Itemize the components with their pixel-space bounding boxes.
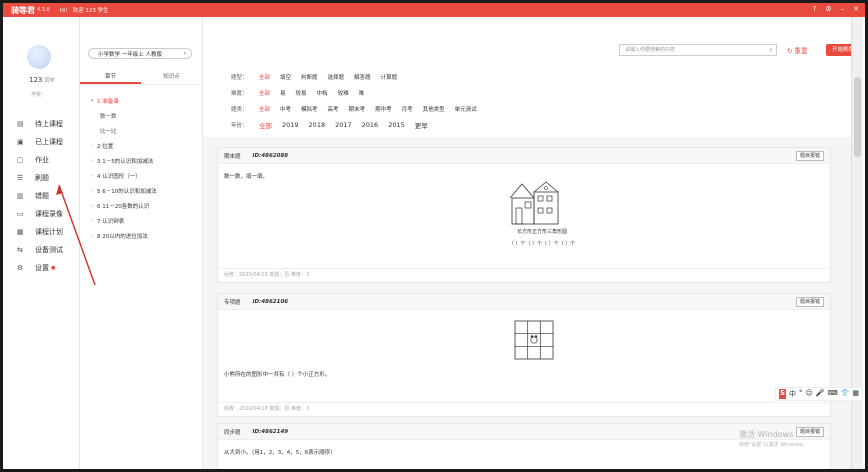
question-type: 同步题 — [224, 429, 241, 436]
filter-option[interactable]: 全部 — [259, 73, 270, 81]
filter-option[interactable]: 判断题 — [301, 73, 318, 81]
top-toolbar: 请输入你要搜索的内容 ⌕ ↻ 重置 开始刷题 — [203, 17, 853, 65]
filter-option[interactable]: 模拟考 — [301, 105, 318, 113]
app-window: 骑等君 4.3.6 Hi！ 欢迎 123 学生 ? ⚙ – ✕ 123 同学 学… — [3, 3, 865, 469]
filter-option[interactable]: 2019 — [282, 121, 299, 129]
ime-skin-icon[interactable]: 👕 — [841, 389, 850, 399]
annotation-arrow — [56, 184, 96, 286]
filter-option[interactable]: 解答题 — [354, 73, 371, 81]
filter-option[interactable]: 全部 — [259, 105, 270, 113]
reset-button[interactable]: ↻ 重置 — [787, 45, 808, 55]
filter-row-difficulty: 难度： 全部 易 较易 中档 较难 难 — [231, 89, 365, 97]
filter-option[interactable]: 月考 — [402, 105, 413, 113]
settings-icon[interactable]: ⚙ — [825, 5, 831, 13]
search-input[interactable]: 请输入你要搜索的内容 ⌕ — [619, 44, 777, 56]
filter-option[interactable]: 期末考 — [349, 105, 366, 113]
start-practice-button[interactable]: 开始刷题 — [826, 44, 853, 56]
filter-option[interactable]: 2017 — [335, 121, 352, 129]
filter-option[interactable]: 高考 — [328, 105, 339, 113]
filter-option[interactable]: 全部 — [259, 89, 270, 97]
sogou-logo-icon: S — [779, 389, 787, 399]
ime-keyboard-icon[interactable]: ⌨ — [828, 389, 838, 399]
report-error-button[interactable]: 题目报错 — [795, 151, 824, 161]
filter-option[interactable]: 易 — [280, 89, 286, 97]
question-card: 期末题 ID:4862088 题目报错 数一数，填一填。 长方形正方形三角形圆 … — [217, 147, 831, 283]
scrollbar-thumb[interactable] — [854, 77, 861, 157]
question-text: 数一数，填一填。 — [224, 174, 269, 180]
question-header: 专项题 ID:4862106 题目报错 — [218, 294, 830, 310]
main-content: 请输入你要搜索的内容 ⌕ ↻ 重置 开始刷题 题型： 全部 填空 判断题 选择题… — [203, 17, 853, 469]
title-bar: 骑等君 4.3.6 Hi！ 欢迎 123 学生 ? ⚙ – ✕ — [3, 3, 865, 17]
question-card: 专项题 ID:4862106 题目报错 小熊所在的图形中一共有（ ）个小正方形。… — [217, 293, 831, 417]
help-icon[interactable]: ? — [813, 5, 817, 13]
grid-figure — [514, 320, 554, 360]
filter-option[interactable]: 2015 — [388, 121, 405, 129]
minimize-icon[interactable]: – — [841, 5, 845, 13]
scrollbar[interactable] — [851, 17, 863, 469]
tab-knowledge-points[interactable]: 知识点 — [141, 72, 202, 84]
question-footer: 组卷：2020/04/18 真题：否 难度：3 — [218, 402, 830, 416]
filter-option[interactable]: 较难 — [338, 89, 349, 97]
windows-activation-watermark: 激活 Windows 转到"设置"以激活 Windows。 — [739, 430, 808, 448]
filter-option[interactable]: 较易 — [296, 89, 307, 97]
ime-punct-icon[interactable]: ° — [799, 389, 803, 399]
filter-option[interactable]: 难 — [359, 89, 365, 97]
ime-toolbar[interactable]: S 中 ° ☺ 🎤 ⌨ 👕 ▦ — [775, 387, 864, 401]
answer-blanks: （ ）个（ ）个（ ）个（ ）个 — [508, 241, 576, 247]
filter-option[interactable]: 全部 — [259, 120, 272, 130]
filter-option[interactable]: 选择题 — [328, 73, 345, 81]
ime-toolbox-icon[interactable]: ▦ — [852, 389, 859, 399]
filter-option[interactable]: 其他类型 — [423, 105, 445, 113]
question-id: ID:4862149 — [252, 428, 289, 435]
ime-emoji-icon[interactable]: ☺ — [806, 389, 813, 399]
filter-option[interactable]: 2018 — [309, 121, 326, 129]
question-text: 从大到小。（用1，2，3，4，5，6表示顺序） — [224, 450, 336, 456]
question-footer: 组卷：2020/04/18 真题：否 难度：3 — [218, 268, 830, 282]
chevron-right-icon: › — [183, 50, 186, 57]
filter-row-type: 题型： 全部 填空 判断题 选择题 解答题 计算题 — [231, 73, 398, 81]
filter-option[interactable]: 单元测试 — [455, 105, 477, 113]
question-header: 期末题 ID:4862088 题目报错 — [218, 148, 830, 164]
filter-row-category: 题类： 全部 中考 模拟考 高考 期末考 期中考 月考 其他类型 单元测试 — [231, 105, 477, 113]
close-icon[interactable]: ✕ — [853, 5, 859, 13]
filter-panel: 题型： 全部 填空 判断题 选择题 解答题 计算题 难度： 全部 易 较易 中档… — [203, 65, 853, 137]
question-id: ID:4862088 — [252, 152, 289, 159]
filter-option[interactable]: 计算题 — [381, 73, 398, 81]
filter-option[interactable]: 期中考 — [375, 105, 392, 113]
filter-option[interactable]: 更早 — [415, 120, 428, 130]
filter-option[interactable]: 填空 — [280, 73, 291, 81]
report-error-button[interactable]: 题目报错 — [795, 297, 824, 307]
question-type: 期末题 — [224, 153, 241, 160]
filter-option[interactable]: 中档 — [317, 89, 328, 97]
ime-mic-icon[interactable]: 🎤 — [816, 389, 825, 399]
figure-caption: 长方形正方形三角形圆 — [516, 229, 567, 235]
search-icon[interactable]: ⌕ — [769, 45, 773, 55]
filter-option[interactable]: 中考 — [280, 105, 291, 113]
question-type: 专项题 — [224, 299, 241, 306]
ime-mode-icon[interactable]: 中 — [789, 389, 796, 399]
filter-row-year: 年份： 全部 2019 2018 2017 2016 2015 更早 — [231, 120, 428, 130]
question-text: 小熊所在的图形中一共有（ ）个小正方形。 — [224, 372, 331, 378]
question-id: ID:4862106 — [252, 298, 289, 305]
house-figure — [509, 181, 559, 225]
filter-option[interactable]: 2016 — [362, 121, 379, 129]
